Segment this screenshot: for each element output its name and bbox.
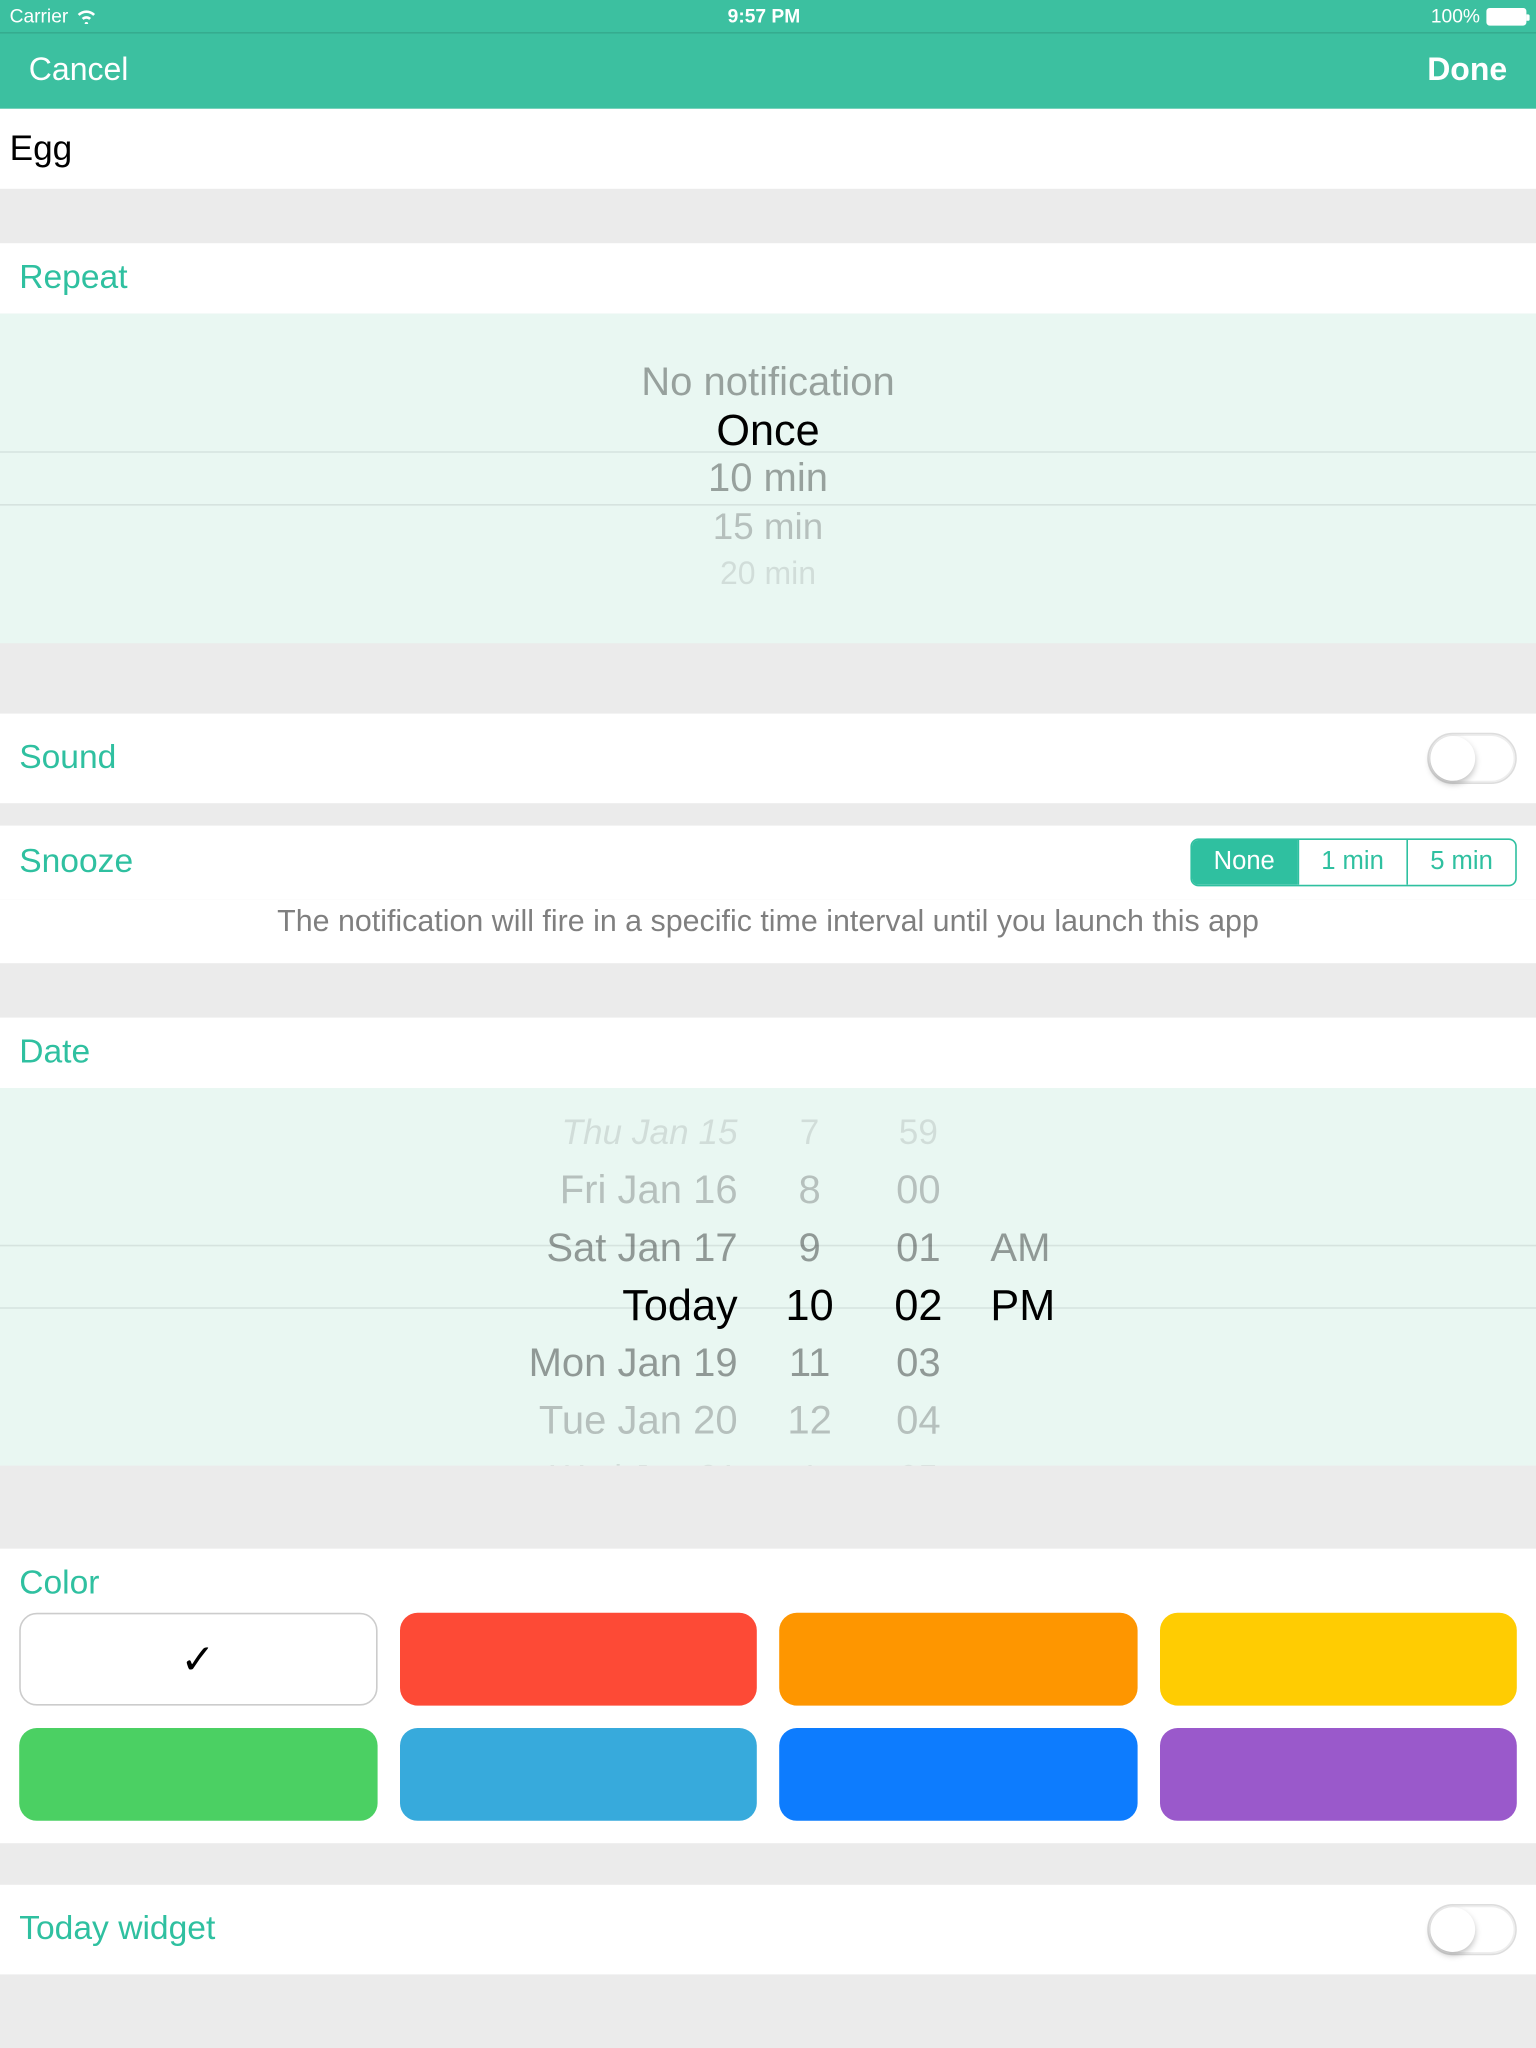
today-widget-row: Today widget xyxy=(0,1885,1536,1975)
repeat-option[interactable]: 20 min xyxy=(0,550,1536,598)
snooze-segmented: None 1 min 5 min xyxy=(1190,838,1517,886)
done-button[interactable]: Done xyxy=(1427,53,1507,90)
color-label: Color xyxy=(0,1549,1536,1613)
snooze-option-1min[interactable]: 1 min xyxy=(1297,840,1406,885)
today-widget-switch[interactable] xyxy=(1427,1904,1517,1955)
carrier-label: Carrier xyxy=(10,5,69,27)
color-swatch-red[interactable] xyxy=(399,1613,757,1706)
date-hour-wheel[interactable]: 6 7 8 9 10 11 12 1 xyxy=(773,1088,847,1466)
snooze-hint: The notification will fire in a specific… xyxy=(0,899,1536,963)
snooze-option-none[interactable]: None xyxy=(1191,840,1297,885)
color-swatch-none[interactable]: ✓ xyxy=(19,1613,377,1706)
color-swatch-yellow[interactable] xyxy=(1159,1613,1517,1706)
title-input[interactable]: Egg xyxy=(0,109,1536,189)
check-icon: ✓ xyxy=(181,1634,216,1684)
battery-icon xyxy=(1486,7,1526,25)
repeat-picker[interactable]: No notification Once 10 min 15 min 20 mi… xyxy=(0,314,1536,644)
repeat-option[interactable]: No notification xyxy=(0,358,1536,406)
color-swatch-teal[interactable] xyxy=(399,1728,757,1821)
date-minute-wheel[interactable]: 58 59 00 01 02 03 04 05 xyxy=(882,1088,956,1466)
repeat-label: Repeat xyxy=(0,243,1536,313)
status-time: 9:57 PM xyxy=(97,5,1431,27)
date-label: Date xyxy=(0,1018,1536,1088)
battery-percent: 100% xyxy=(1431,5,1480,27)
date-day-wheel[interactable]: Wed Jan 14 Thu Jan 15 Fri Jan 16 Sat Jan… xyxy=(450,1088,738,1466)
snooze-label: Snooze xyxy=(19,843,133,881)
color-swatch-green[interactable] xyxy=(19,1728,377,1821)
color-swatch-blue[interactable] xyxy=(779,1728,1137,1821)
status-bar: Carrier 9:57 PM 100% xyxy=(0,0,1536,32)
color-grid: ✓ xyxy=(0,1613,1536,1821)
repeat-option-selected[interactable]: Once xyxy=(0,406,1536,454)
sound-switch[interactable] xyxy=(1427,733,1517,784)
today-widget-label: Today widget xyxy=(19,1910,215,1948)
nav-bar: Cancel Done xyxy=(0,32,1536,109)
color-swatch-orange[interactable] xyxy=(779,1613,1137,1706)
repeat-option[interactable]: 15 min xyxy=(0,502,1536,550)
date-picker[interactable]: Wed Jan 14 Thu Jan 15 Fri Jan 16 Sat Jan… xyxy=(0,1088,1536,1466)
snooze-row: Snooze None 1 min 5 min xyxy=(0,826,1536,900)
color-swatch-purple[interactable] xyxy=(1159,1728,1517,1821)
repeat-option[interactable]: 10 min xyxy=(0,454,1536,502)
sound-label: Sound xyxy=(19,739,116,777)
date-ampm-wheel[interactable]: AM PM xyxy=(990,1088,1086,1466)
wifi-icon xyxy=(75,8,97,24)
snooze-option-5min[interactable]: 5 min xyxy=(1406,840,1515,885)
sound-row: Sound xyxy=(0,714,1536,804)
cancel-button[interactable]: Cancel xyxy=(29,53,129,90)
